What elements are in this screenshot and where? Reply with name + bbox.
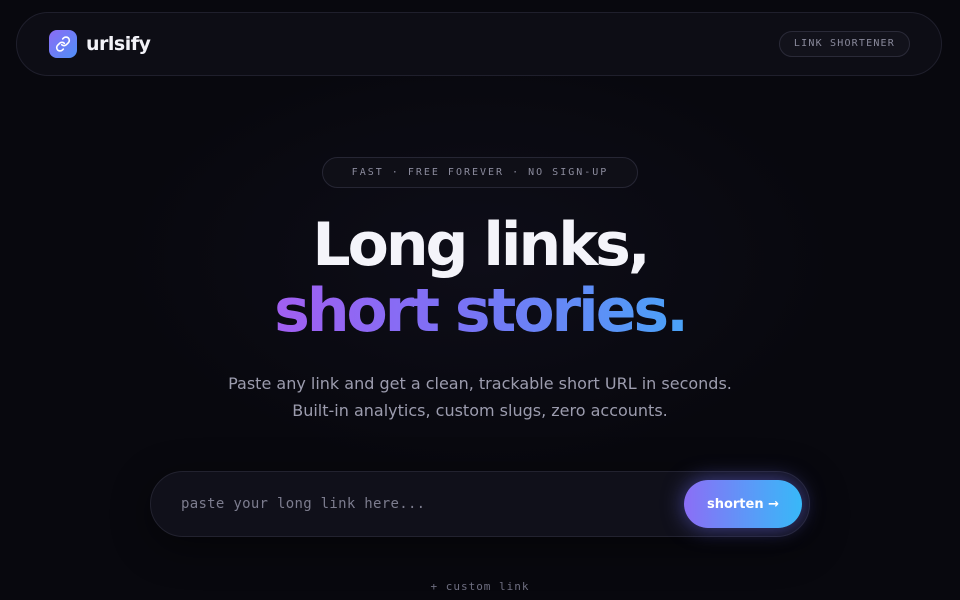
subtitle-line-1: Paste any link and get a clean, trackabl… bbox=[228, 374, 732, 393]
subtitle-line-2: Built-in analytics, custom slugs, zero a… bbox=[292, 401, 668, 420]
top-navbar: urlsify LINK SHORTENER bbox=[16, 12, 942, 76]
long-link-input[interactable] bbox=[181, 490, 661, 518]
headline-line-2: short stories. bbox=[274, 276, 689, 346]
custom-link-row: + custom link bbox=[0, 580, 960, 594]
shorten-button[interactable]: shorten → bbox=[684, 480, 802, 528]
brand-name[interactable]: urlsify bbox=[86, 32, 151, 56]
feature-badge: FAST · FREE FOREVER · NO SIGN-UP bbox=[322, 157, 638, 188]
link-icon[interactable] bbox=[49, 30, 77, 58]
hero-headline: Long links, short stories. bbox=[0, 212, 960, 344]
hero-subtitle: Paste any link and get a clean, trackabl… bbox=[0, 370, 960, 424]
link-shortener-tag: LINK SHORTENER bbox=[778, 31, 910, 57]
headline-line-1: Long links, bbox=[312, 210, 650, 280]
shorten-form: shorten → bbox=[150, 471, 810, 537]
custom-link-toggle[interactable]: + custom link bbox=[430, 580, 529, 593]
